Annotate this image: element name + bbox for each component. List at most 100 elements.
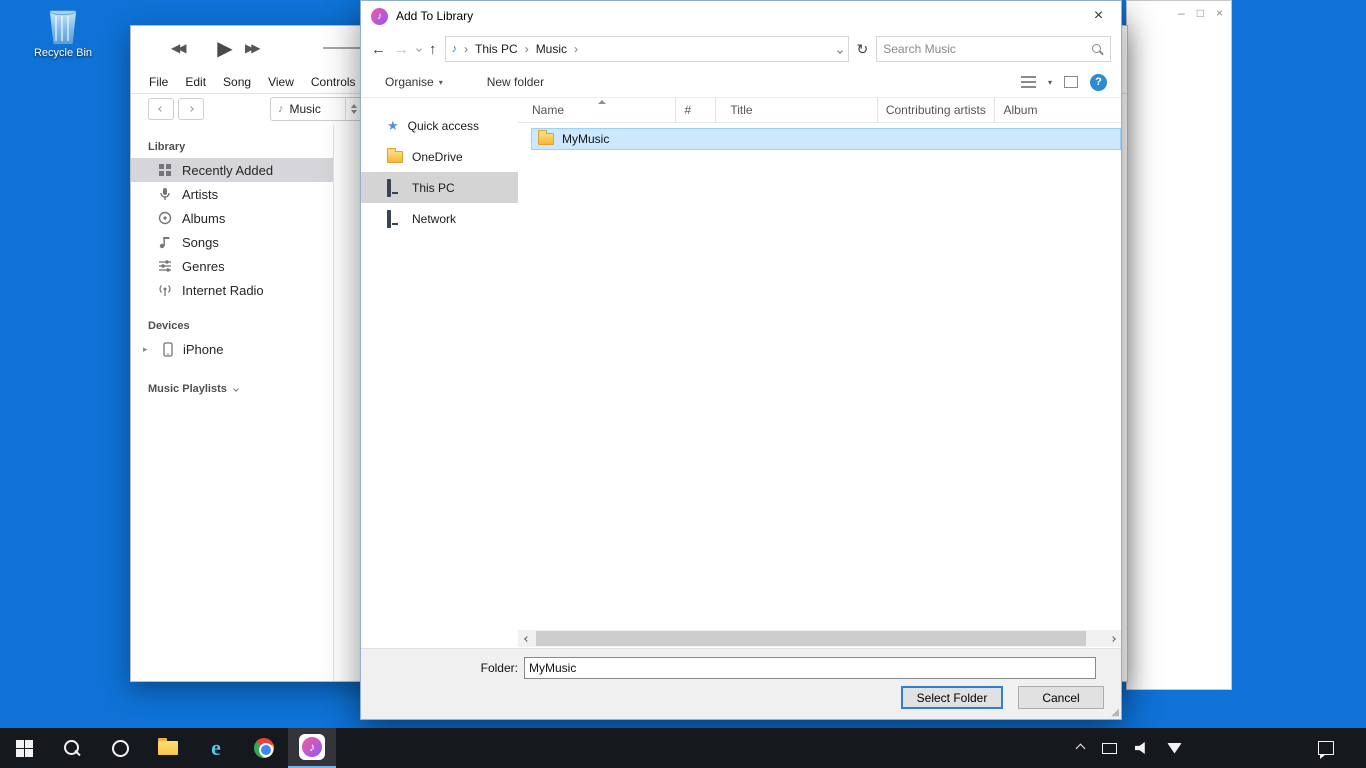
expand-caret-icon[interactable]: ▸ xyxy=(143,344,153,355)
folder-label: Folder: xyxy=(361,661,524,675)
menu-view[interactable]: View xyxy=(268,75,294,89)
tray-display-icon[interactable] xyxy=(1102,743,1117,754)
close-icon[interactable]: × xyxy=(1216,6,1223,20)
breadcrumb-music[interactable]: Music xyxy=(536,42,567,56)
taskbar: e ♪ xyxy=(0,728,1366,768)
select-folder-button[interactable]: Select Folder xyxy=(901,686,1003,709)
folder-icon xyxy=(538,133,554,145)
system-tray xyxy=(1077,728,1366,768)
chrome-button[interactable] xyxy=(240,728,288,768)
help-button[interactable]: ? xyxy=(1090,74,1107,91)
dialog-close-button[interactable]: × xyxy=(1076,2,1121,31)
chevron-down-icon xyxy=(233,386,239,392)
iphone-icon xyxy=(163,342,173,357)
scroll-right-icon[interactable] xyxy=(1104,630,1121,647)
menu-controls[interactable]: Controls xyxy=(311,75,356,89)
change-view-icon[interactable] xyxy=(1021,76,1036,88)
crumb-separator-icon: › xyxy=(525,42,529,56)
file-explorer-button[interactable] xyxy=(144,728,192,768)
column-number[interactable]: # xyxy=(676,98,716,122)
column-headers: Name # Title Contributing artists Album xyxy=(518,98,1121,123)
recycle-bin[interactable]: Recycle Bin xyxy=(30,8,96,59)
menu-file[interactable]: File xyxy=(149,75,168,89)
sidebar-item-artists[interactable]: Artists xyxy=(131,182,333,206)
menu-song[interactable]: Song xyxy=(223,75,251,89)
sidebar-item-iphone[interactable]: ▸ iPhone xyxy=(131,337,333,361)
music-playlists-header[interactable]: Music Playlists xyxy=(148,383,333,395)
wifi-icon[interactable] xyxy=(1167,743,1182,754)
new-folder-button[interactable]: New folder xyxy=(487,75,544,89)
menu-edit[interactable]: Edit xyxy=(185,75,206,89)
sidebar-item-songs[interactable]: Songs xyxy=(131,230,333,254)
media-selector-value: Music xyxy=(290,102,321,116)
search-icon[interactable] xyxy=(1091,43,1104,56)
column-contributing-artists[interactable]: Contributing artists xyxy=(878,98,996,122)
sidebar-item-label: Recently Added xyxy=(182,163,273,178)
view-dropdown-icon[interactable]: ▾ xyxy=(1048,78,1052,87)
dialog-footer: Folder: Select Folder Cancel ◢ xyxy=(361,648,1121,719)
column-album[interactable]: Album xyxy=(995,98,1121,122)
nav-onedrive[interactable]: OneDrive xyxy=(361,141,518,172)
cancel-button[interactable]: Cancel xyxy=(1018,686,1104,709)
preview-pane-icon[interactable] xyxy=(1064,76,1078,88)
back-button[interactable]: ← xyxy=(371,41,386,58)
file-list: Name # Title Contributing artists Album … xyxy=(518,98,1121,648)
address-dropdown-icon[interactable] xyxy=(837,48,843,54)
genres-icon xyxy=(158,259,172,273)
start-button[interactable] xyxy=(0,728,48,768)
taskbar-search-button[interactable] xyxy=(48,728,96,768)
media-selector[interactable]: ♪ Music xyxy=(270,97,362,121)
next-track-button[interactable]: ▶▶ xyxy=(245,41,279,55)
forward-button[interactable]: → xyxy=(394,41,409,58)
recent-locations-chevron-icon[interactable] xyxy=(416,46,422,52)
maximize-icon[interactable]: □ xyxy=(1197,6,1204,20)
nav-this-pc[interactable]: This PC xyxy=(361,172,518,203)
file-row-mymusic[interactable]: MyMusic xyxy=(531,128,1121,150)
refresh-icon[interactable]: ↻ xyxy=(857,41,869,58)
column-title[interactable]: Title xyxy=(716,98,877,122)
nav-label: Network xyxy=(412,212,456,226)
horizontal-scrollbar[interactable] xyxy=(518,630,1121,647)
search-box[interactable] xyxy=(876,36,1111,62)
sidebar-item-internet-radio[interactable]: Internet Radio xyxy=(131,278,333,302)
sort-ascending-icon xyxy=(598,100,606,104)
column-name[interactable]: Name xyxy=(518,98,676,122)
dialog-command-bar: Organise ▾ New folder ▾ ? xyxy=(361,67,1121,98)
grid-icon xyxy=(158,163,172,177)
action-center-icon[interactable] xyxy=(1318,741,1334,755)
background-window[interactable]: – □ × xyxy=(1126,0,1232,690)
file-explorer-icon xyxy=(158,741,178,755)
hidden-icons-chevron-icon[interactable] xyxy=(1076,743,1086,753)
organise-button[interactable]: Organise ▾ xyxy=(385,75,443,89)
internet-explorer-button[interactable]: e xyxy=(192,728,240,768)
nav-network[interactable]: Network xyxy=(361,203,518,234)
nav-quick-access[interactable]: ★ Quick access xyxy=(361,110,518,141)
scrollbar-thumb[interactable] xyxy=(536,631,1086,646)
crumb-separator-icon: › xyxy=(464,42,468,56)
dialog-titlebar[interactable]: ♪ Add To Library × xyxy=(361,1,1121,31)
folder-input[interactable] xyxy=(524,657,1096,679)
play-button[interactable]: ▶ xyxy=(205,36,245,61)
library-header: Library xyxy=(148,141,333,153)
itunes-forward-button[interactable] xyxy=(178,98,204,120)
sidebar-item-genres[interactable]: Genres xyxy=(131,254,333,278)
speaker-icon[interactable] xyxy=(1135,742,1149,754)
search-input[interactable] xyxy=(883,42,1091,56)
sidebar-item-albums[interactable]: Albums xyxy=(131,206,333,230)
recycle-bin-label: Recycle Bin xyxy=(30,47,96,59)
minimize-icon[interactable]: – xyxy=(1178,6,1185,20)
itunes-taskbar-button[interactable]: ♪ xyxy=(288,728,336,768)
music-note-icon: ♪ xyxy=(278,103,284,115)
itunes-back-button[interactable] xyxy=(148,98,174,120)
address-bar[interactable]: ♪ › This PC › Music › xyxy=(445,36,849,62)
previous-track-button[interactable]: ◀◀ xyxy=(171,41,205,55)
sidebar-item-recently-added[interactable]: Recently Added xyxy=(131,158,333,182)
media-selector-spinner[interactable] xyxy=(345,98,361,120)
breadcrumb-this-pc[interactable]: This PC xyxy=(475,42,518,56)
cortana-button[interactable] xyxy=(96,728,144,768)
microphone-icon xyxy=(158,187,172,201)
up-button[interactable]: ↑ xyxy=(429,41,437,58)
scroll-left-icon[interactable] xyxy=(518,630,535,647)
sidebar-item-label: Internet Radio xyxy=(182,283,264,298)
resize-grip[interactable]: ◢ xyxy=(1111,707,1119,718)
